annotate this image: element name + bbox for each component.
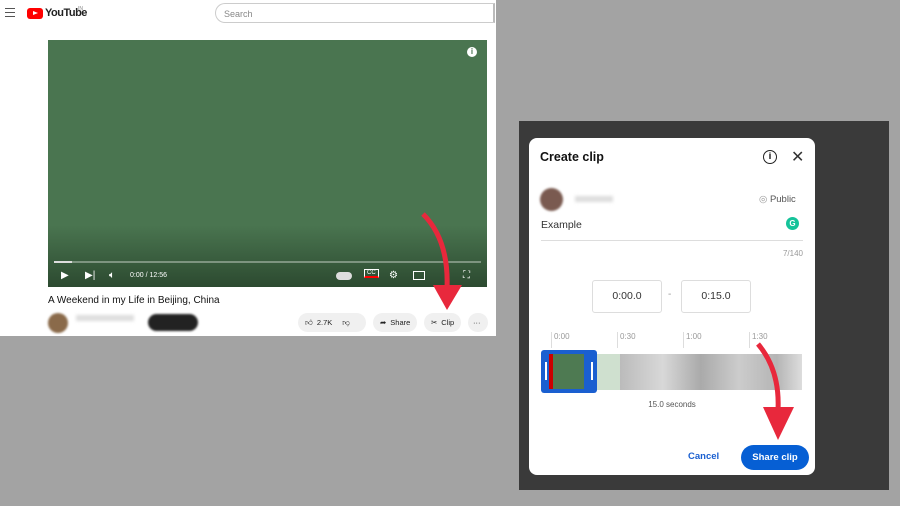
clip-duration: 15.0 seconds	[648, 400, 696, 409]
video-title: A Weekend in my Life in Beijing, China	[48, 295, 220, 306]
globe-icon: ◎	[759, 194, 770, 205]
end-time-input[interactable]: 0:15.0	[681, 280, 751, 313]
subscribe-button[interactable]	[148, 314, 198, 331]
like-button[interactable]: 👍︎ 2.7K 👎︎	[298, 313, 366, 332]
video-player[interactable]: i ▶ ▶| 🔈︎ 0:00 / 12:56 CC ⚙ ⛶	[48, 40, 487, 287]
info-icon[interactable]: i	[467, 47, 477, 57]
clip-button[interactable]: ✂ Clip	[424, 313, 462, 332]
time-separator: -	[668, 289, 672, 300]
share-label: Share	[390, 318, 411, 327]
menu-icon[interactable]	[5, 8, 15, 17]
progress-bar[interactable]	[54, 261, 481, 263]
thumbs-up-icon: 👍︎	[305, 317, 313, 327]
miniplayer-icon[interactable]	[413, 271, 425, 280]
youtube-logo[interactable]: YouTube IN	[27, 6, 87, 19]
thumbs-down-icon[interactable]: 👎︎	[342, 318, 350, 328]
dialog-title: Create clip	[540, 150, 604, 164]
share-icon: ➦	[380, 318, 387, 327]
region-code: IN	[78, 6, 83, 12]
play-icon[interactable]: ▶	[61, 270, 69, 281]
time-display: 0:00 / 12:56	[130, 272, 167, 279]
youtube-page: YouTube IN Search i ▶ ▶| 🔈︎ 0:00 / 12:56…	[0, 0, 496, 336]
selected-segment	[552, 354, 584, 389]
user-avatar	[540, 188, 563, 211]
visibility-label: Public	[769, 194, 796, 205]
channel-name[interactable]	[76, 315, 134, 321]
scissors-icon: ✂	[431, 318, 438, 327]
close-icon[interactable]: ✕	[791, 147, 804, 167]
grammarly-icon[interactable]: G	[786, 217, 799, 230]
user-name	[575, 196, 613, 202]
clip-selection-handle[interactable]	[541, 350, 597, 393]
cc-icon[interactable]: CC	[364, 269, 379, 278]
fullscreen-icon[interactable]: ⛶	[463, 270, 470, 281]
timeline-tick: 0:30	[617, 332, 636, 348]
info-icon[interactable]: i	[763, 150, 777, 164]
autoplay-toggle[interactable]	[336, 272, 352, 280]
channel-avatar[interactable]	[48, 313, 68, 333]
settings-icon[interactable]: ⚙	[389, 270, 398, 281]
volume-icon[interactable]: 🔈︎	[109, 270, 115, 281]
share-button[interactable]: ➦ Share	[373, 313, 418, 332]
create-clip-dialog: Create clip i ✕ ◎ Public Example G 7/140…	[529, 138, 815, 475]
like-count: 2.7K	[316, 318, 333, 327]
next-icon[interactable]: ▶|	[85, 270, 95, 281]
clip-label: Clip	[441, 318, 455, 327]
clip-title-input[interactable]: Example	[541, 219, 803, 241]
char-count: 7/140	[782, 249, 803, 258]
visibility-selector[interactable]: ◎ Public	[759, 194, 796, 205]
timeline-tick: 0:00	[551, 332, 570, 348]
timeline-tick: 1:00	[683, 332, 702, 348]
start-time-input[interactable]: 0:00.0	[592, 280, 662, 313]
search-input[interactable]: Search	[215, 3, 495, 23]
right-handle[interactable]	[591, 362, 593, 380]
timeline-tick: 1:30	[749, 332, 768, 348]
share-clip-button[interactable]: Share clip	[741, 445, 809, 470]
cancel-button[interactable]: Cancel	[688, 451, 719, 462]
playhead[interactable]	[549, 354, 553, 389]
youtube-play-logo-icon	[27, 7, 43, 19]
left-handle[interactable]	[545, 362, 547, 380]
more-icon[interactable]: ···	[468, 313, 488, 332]
